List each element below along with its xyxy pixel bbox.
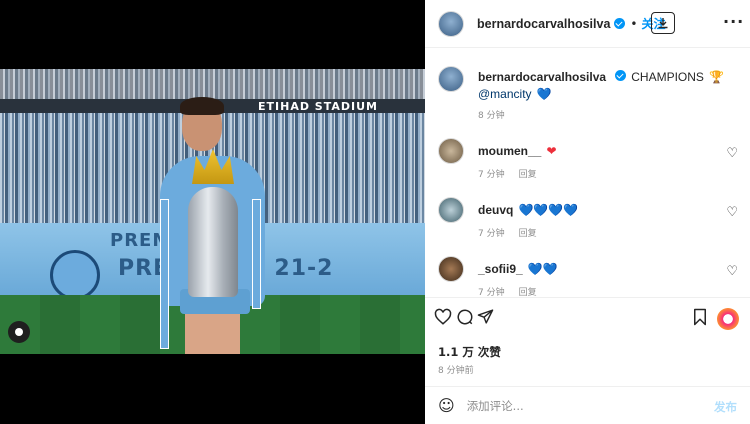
crowd-background: [0, 69, 425, 99]
comment-time: 7 分钟: [478, 229, 505, 239]
mention-link[interactable]: @mancity: [478, 87, 532, 101]
separator-dot: •: [630, 16, 638, 31]
comment-time: 7 分钟: [478, 288, 505, 297]
action-bar: [425, 297, 750, 337]
avatar[interactable]: [438, 10, 464, 37]
comments-list[interactable]: bernardocarvalhosilva CHAMPIONS 🏆 @manci…: [425, 49, 750, 297]
trophy-emoji: 🏆: [709, 70, 724, 84]
comment-username[interactable]: moumen__: [478, 144, 541, 158]
comment-bubble-icon[interactable]: [456, 308, 474, 326]
comment: deuvq 💙💙💙💙: [478, 199, 578, 218]
tagged-user-icon[interactable]: [8, 321, 30, 343]
comment: moumen__ ❤: [478, 140, 557, 159]
like-comment-heart-icon[interactable]: ♡: [726, 205, 738, 220]
verified-badge-icon: [615, 70, 627, 81]
comment-meta: 7 分钟 回复: [478, 167, 537, 180]
emoji-picker-icon[interactable]: ☺: [438, 396, 455, 415]
reply-button[interactable]: 回复: [519, 229, 537, 239]
comment-username[interactable]: _sofii9_: [478, 262, 523, 276]
download-button[interactable]: [651, 12, 675, 34]
trophy-ribbon: [160, 199, 169, 349]
avatar[interactable]: [438, 138, 464, 164]
avatar[interactable]: [438, 256, 464, 282]
caption: bernardocarvalhosilva CHAMPIONS 🏆 @manci…: [478, 68, 738, 102]
comment-meta: 7 分钟 回复: [478, 226, 537, 239]
reply-button[interactable]: 回复: [519, 170, 537, 180]
share-send-icon[interactable]: [477, 308, 494, 325]
caption-time: 8 分钟: [478, 111, 505, 121]
trophy: [188, 187, 238, 297]
blue-heart-emoji: 💙: [536, 87, 552, 101]
post-photo[interactable]: ETIHAD STADIUM PREM PRE EAGUE 21-2: [0, 69, 425, 354]
caption-username[interactable]: bernardocarvalhosilva: [478, 70, 606, 84]
post-panel: bernardocarvalhosilva • 关注 ··· bernardoc…: [425, 0, 750, 424]
avatar[interactable]: [438, 197, 464, 223]
download-icon: [658, 18, 668, 29]
comment-username[interactable]: deuvq: [478, 203, 513, 217]
bookmark-icon[interactable]: [692, 308, 708, 326]
avatar[interactable]: [438, 66, 464, 92]
blue-heart-emoji: 💙💙💙💙: [518, 203, 579, 217]
post-header: bernardocarvalhosilva • 关注 ···: [425, 0, 750, 48]
verified-badge-icon: [614, 18, 626, 29]
stadium-sign: ETIHAD STADIUM: [258, 100, 378, 113]
more-options-icon[interactable]: ···: [723, 12, 744, 31]
like-comment-heart-icon[interactable]: ♡: [726, 146, 738, 161]
player-legs: [185, 314, 240, 354]
trophy-ribbon: [252, 199, 261, 309]
comment-input[interactable]: [466, 398, 697, 413]
comment-box: ☺ 发布: [425, 386, 750, 424]
red-heart-emoji: ❤: [546, 144, 557, 158]
header-username[interactable]: bernardocarvalhosilva: [477, 17, 610, 31]
post-time: 8 分钟前: [438, 366, 474, 376]
blue-heart-emoji: 💙💙: [527, 262, 558, 276]
like-heart-icon[interactable]: [434, 308, 452, 326]
comment: _sofii9_ 💙💙: [478, 258, 558, 277]
post-media[interactable]: ETIHAD STADIUM PREM PRE EAGUE 21-2: [0, 0, 425, 424]
like-count[interactable]: 1.1 万 次赞: [438, 344, 501, 360]
gift-icon[interactable]: [717, 308, 739, 330]
like-comment-heart-icon[interactable]: ♡: [726, 264, 738, 279]
comment-meta: 7 分钟 回复: [478, 285, 537, 297]
post-button[interactable]: 发布: [714, 399, 737, 415]
caption-text: CHAMPIONS: [631, 70, 704, 84]
player-hair: [180, 97, 224, 115]
reply-button[interactable]: 回复: [519, 288, 537, 297]
comment-time: 7 分钟: [478, 170, 505, 180]
club-crest: [50, 250, 100, 300]
